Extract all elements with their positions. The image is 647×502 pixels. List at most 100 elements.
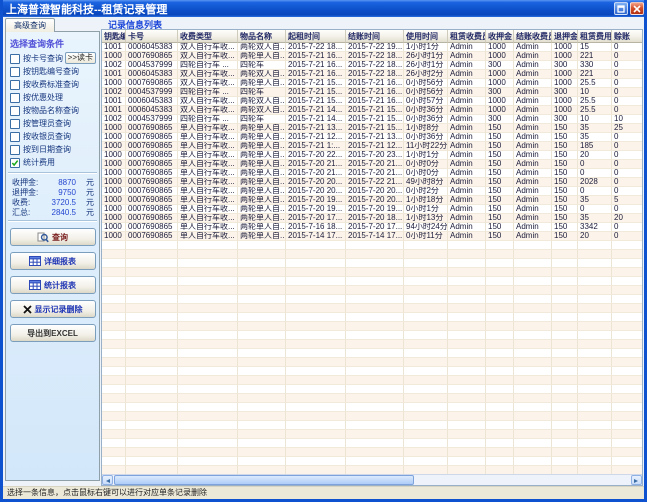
empty-cell [612, 268, 642, 277]
query-button[interactable]: 查询 [10, 228, 96, 246]
table-row[interactable]: 10010006045383双人自行车收...两轮双人自...2015-7-22… [102, 43, 642, 52]
checkbox-query-by-card[interactable] [10, 54, 20, 64]
titlebar[interactable]: 上海普澄智能科技--租赁记录管理 [0, 0, 647, 17]
table-row[interactable]: 10020004537999四轮自行车 ...四轮车2015-7-21 14..… [102, 115, 642, 124]
table-row[interactable]: 10000007690865单人自行车收...两轮单人自...2015-7-21… [102, 124, 642, 133]
cell: 2015-7-20 20... [346, 196, 404, 205]
empty-row [102, 367, 642, 376]
table-row[interactable]: 10020004537999四轮自行车 ...四轮车2015-7-21 16..… [102, 61, 642, 70]
table-row[interactable]: 10000007690865单人自行车收...两轮单人自...2015-7-16… [102, 223, 642, 232]
cell: 1000 [102, 178, 126, 187]
column-header-8[interactable]: 收押金 [486, 30, 514, 43]
cell: 0 [612, 97, 642, 106]
column-header-6[interactable]: 使用时间 [404, 30, 448, 43]
cell: 0 [612, 133, 642, 142]
empty-row [102, 430, 642, 439]
cell: 双人自行车收... [178, 97, 238, 106]
show-delete-button[interactable]: 显示记录删除 [10, 300, 96, 318]
table-row[interactable]: 10000007690865单人自行车收...两轮单人自...2015-7-14… [102, 232, 642, 241]
table-row[interactable]: 10000007690865单人自行车收...两轮单人自...2015-7-20… [102, 178, 642, 187]
scroll-thumb[interactable] [114, 475, 414, 485]
checkbox-query-by-admin[interactable] [10, 119, 20, 129]
empty-cell [126, 448, 178, 457]
cell: 1000 [102, 79, 126, 88]
cell: 1000 [102, 232, 126, 241]
table-row[interactable]: 10000007690865单人自行车收...两轮单人自...2015-7-21… [102, 142, 642, 151]
table-row[interactable]: 10000007690865单人自行车收...两轮单人自...2015-7-20… [102, 214, 642, 223]
cell: 150 [486, 160, 514, 169]
table-row[interactable]: 10000007690865单人自行车收...两轮单人自...2015-7-20… [102, 205, 642, 214]
read-card-button[interactable]: >>读卡 [65, 52, 96, 64]
table-row[interactable]: 10000007690865单人自行车收...两轮单人自...2015-7-20… [102, 151, 642, 160]
stats-report-button[interactable]: 统计报表 [10, 276, 96, 294]
column-header-1[interactable]: 卡号 [126, 30, 178, 43]
checkbox-query-by-key-number[interactable] [10, 67, 20, 77]
empty-row [102, 448, 642, 457]
empty-cell [238, 250, 286, 259]
empty-cell [404, 259, 448, 268]
table-row[interactable]: 10000007690865单人自行车收...两轮单人自...2015-7-21… [102, 133, 642, 142]
scroll-left-arrow-icon[interactable] [102, 475, 113, 485]
empty-cell [346, 241, 404, 250]
export-excel-button[interactable]: 导出到EXCEL [10, 324, 96, 342]
checkbox-discount-handling[interactable] [10, 93, 20, 103]
cell: Admin [448, 52, 486, 61]
table-row[interactable]: 10000007690865双人自行车收...两轮单人自...2015-7-21… [102, 79, 642, 88]
empty-cell [238, 295, 286, 304]
table-row[interactable]: 10020004537999四轮自行车 ...四轮车2015-7-21 15..… [102, 88, 642, 97]
sidebar-buttons: 查询详细报表统计报表显示记录删除导出到EXCEL [6, 228, 99, 342]
empty-cell [578, 268, 612, 277]
checkbox-stats-fee[interactable] [10, 158, 20, 168]
detail-report-button[interactable]: 详细报表 [10, 252, 96, 270]
empty-cell [448, 313, 486, 322]
empty-cell [578, 412, 612, 421]
cell: Admin [448, 196, 486, 205]
restore-button[interactable] [614, 2, 628, 15]
empty-cell [346, 394, 404, 403]
cell: 单人自行车收... [178, 196, 238, 205]
cell: 双人自行车收... [178, 106, 238, 115]
table-row[interactable]: 10000007690865单人自行车收...两轮单人自...2015-7-20… [102, 196, 642, 205]
table-row[interactable]: 10010006045383双人自行车收...两轮双人自...2015-7-21… [102, 106, 642, 115]
column-header-9[interactable]: 结账收费员 [514, 30, 552, 43]
cell: 300 [552, 115, 578, 124]
column-header-2[interactable]: 收费类型 [178, 30, 238, 43]
table-row[interactable]: 10000007690865单人自行车收...两轮单人自...2015-7-20… [102, 160, 642, 169]
empty-cell [552, 322, 578, 331]
table-row[interactable]: 10010006045383双人自行车收...两轮双人自...2015-7-21… [102, 70, 642, 79]
checkbox-row-query-by-key-number: 按钥匙编号查询 [6, 65, 99, 78]
table-row[interactable]: 10000007690865单人自行车收...两轮单人自...2015-7-20… [102, 169, 642, 178]
empty-cell [448, 448, 486, 457]
column-header-11[interactable]: 租赁费用 [578, 30, 612, 43]
checkbox-query-by-fee-standard[interactable] [10, 80, 20, 90]
close-button[interactable] [630, 2, 644, 15]
empty-cell [486, 430, 514, 439]
column-header-10[interactable]: 退押金 [552, 30, 578, 43]
scroll-right-arrow-icon[interactable] [631, 475, 642, 485]
empty-cell [404, 340, 448, 349]
empty-cell [178, 421, 238, 430]
empty-cell [286, 412, 346, 421]
empty-cell [514, 430, 552, 439]
checkbox-query-by-cashier[interactable] [10, 132, 20, 142]
column-header-0[interactable]: 钥匙编号 [102, 30, 126, 43]
table-row[interactable]: 10010006045383双人自行车收...两轮双人自...2015-7-21… [102, 97, 642, 106]
checkbox-query-by-date[interactable] [10, 145, 20, 155]
cell: 0小时57分 [404, 97, 448, 106]
cell: 单人自行车收... [178, 151, 238, 160]
empty-cell [102, 430, 126, 439]
checkbox-query-by-item-name[interactable] [10, 106, 20, 116]
column-header-3[interactable]: 物品名称 [238, 30, 286, 43]
table-row[interactable]: 10000007690865双人自行车收...两轮单人自...2015-7-21… [102, 52, 642, 61]
column-header-4[interactable]: 起租时间 [286, 30, 346, 43]
column-header-12[interactable]: 赊账 [612, 30, 642, 43]
cell: 0 [612, 61, 642, 70]
empty-cell [126, 376, 178, 385]
empty-cell [552, 448, 578, 457]
column-header-7[interactable]: 租赁收费员 [448, 30, 486, 43]
horizontal-scrollbar[interactable] [102, 474, 642, 485]
column-header-5[interactable]: 结账时间 [346, 30, 404, 43]
table-row[interactable]: 10000007690865单人自行车收...两轮单人自...2015-7-20… [102, 187, 642, 196]
tab-advanced-query[interactable]: 高级查询 [5, 18, 55, 32]
empty-row [102, 268, 642, 277]
